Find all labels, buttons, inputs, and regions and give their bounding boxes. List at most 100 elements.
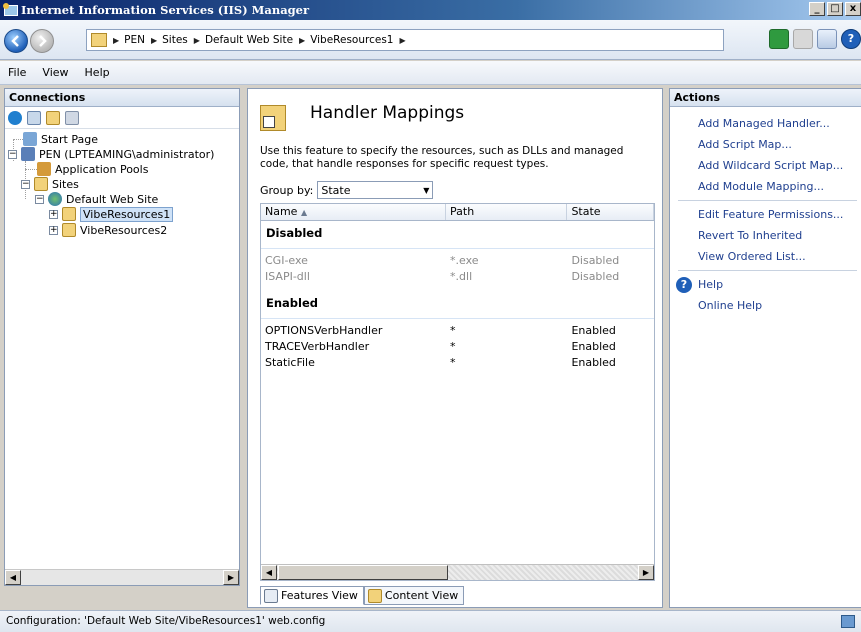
handler-mappings-icon: [260, 105, 286, 131]
collapse-icon[interactable]: −: [8, 149, 17, 159]
tree-application-pools[interactable]: Application Pools: [37, 161, 148, 177]
content-view-icon: [367, 588, 382, 603]
folder-icon: [91, 33, 107, 47]
refresh-icon[interactable]: [769, 29, 789, 49]
tree-start-page[interactable]: Start Page: [23, 131, 98, 147]
tab-content-view[interactable]: Content View: [363, 586, 465, 605]
close-button[interactable]: x: [845, 2, 861, 16]
status-text: Configuration: 'Default Web Site/VibeRes…: [6, 615, 326, 627]
globe-icon: [48, 192, 62, 206]
window-title: Internet Information Services (IIS) Mana…: [21, 3, 310, 17]
collapse-icon[interactable]: −: [21, 179, 30, 189]
list-horizontal-scrollbar[interactable]: ◀ ▶: [261, 564, 654, 580]
tab-features-view[interactable]: Features View: [260, 586, 364, 605]
list-header: Name ▲ Path State: [261, 204, 654, 221]
help-icon: ?: [676, 276, 692, 293]
help-icon[interactable]: ?: [841, 29, 861, 49]
server-icon: [21, 147, 35, 161]
stop-icon[interactable]: [793, 29, 813, 49]
sort-ascending-icon: ▲: [300, 208, 308, 217]
application-folder-icon: [62, 207, 76, 221]
scroll-left-icon[interactable]: ◀: [5, 570, 21, 585]
actions-pane: Actions Add Managed Handler... Add Scrip…: [669, 88, 861, 608]
handler-mappings-list: Name ▲ Path State Disabled CGI-exe *.exe…: [260, 203, 655, 581]
page-title: Handler Mappings: [310, 103, 465, 123]
table-row[interactable]: ISAPI-dll *.dll Disabled: [261, 269, 654, 285]
scrollbar-thumb[interactable]: [278, 565, 448, 580]
breadcrumb-default-web-site[interactable]: Default Web Site: [205, 34, 293, 46]
column-header-state[interactable]: State: [567, 204, 654, 220]
application-pools-icon: [37, 162, 51, 176]
breadcrumb-separator: ▶: [299, 35, 306, 45]
add-module-mapping-link[interactable]: Add Module Mapping...: [670, 176, 861, 197]
view-tabs: Features View Content View: [260, 586, 465, 605]
actions-header: Actions: [670, 89, 861, 107]
connections-header: Connections: [5, 89, 239, 107]
back-arrow-icon: [11, 35, 19, 47]
online-help-link[interactable]: Online Help: [670, 295, 861, 316]
table-row[interactable]: StaticFile * Enabled: [261, 355, 654, 371]
help-link[interactable]: ? Help: [670, 274, 861, 295]
tree-viberesources1[interactable]: + VibeResources1: [49, 206, 174, 222]
connections-pane: Connections Start Page − PEN (LPTEAMING\…: [4, 88, 240, 586]
collapse-icon[interactable]: −: [35, 194, 44, 204]
back-button[interactable]: [4, 29, 28, 53]
navigation-bar: ▶ PEN ▶ Sites ▶ Default Web Site ▶ VibeR…: [0, 20, 861, 60]
group-header-enabled[interactable]: Enabled: [261, 291, 654, 319]
breadcrumb-pen[interactable]: PEN: [124, 34, 145, 46]
breadcrumb-sites[interactable]: Sites: [162, 34, 188, 46]
forward-button[interactable]: [30, 29, 54, 53]
scroll-right-icon[interactable]: ▶: [638, 565, 654, 580]
menu-view[interactable]: View: [42, 66, 68, 79]
column-header-name[interactable]: Name ▲: [261, 204, 447, 220]
maximize-button[interactable]: □: [827, 2, 843, 16]
table-row[interactable]: OPTIONSVerbHandler * Enabled: [261, 323, 654, 339]
table-row[interactable]: TRACEVerbHandler * Enabled: [261, 339, 654, 355]
dropdown-arrow-icon: ▼: [423, 185, 430, 195]
scroll-right-icon[interactable]: ▶: [223, 570, 239, 585]
group-by-select[interactable]: State ▼: [317, 181, 434, 199]
add-managed-handler-link[interactable]: Add Managed Handler...: [670, 113, 861, 134]
view-ordered-list-link[interactable]: View Ordered List...: [670, 246, 861, 267]
title-bar[interactable]: Internet Information Services (IIS) Mana…: [0, 0, 861, 20]
application-folder-icon: [62, 223, 76, 237]
add-wildcard-script-map-link[interactable]: Add Wildcard Script Map...: [670, 155, 861, 176]
add-script-map-link[interactable]: Add Script Map...: [670, 134, 861, 155]
delete-connection-icon[interactable]: [65, 110, 79, 125]
connect-icon[interactable]: [8, 110, 22, 125]
revert-to-inherited-link[interactable]: Revert To Inherited: [670, 225, 861, 246]
sites-folder-icon: [34, 177, 48, 191]
expand-icon[interactable]: +: [49, 209, 58, 219]
tree-server[interactable]: − PEN (LPTEAMING\administrator): [8, 146, 214, 162]
features-view-icon: [264, 588, 278, 603]
divider: [678, 270, 857, 271]
breadcrumb-separator: ▶: [399, 35, 406, 45]
connections-tree: Start Page − PEN (LPTEAMING\administrato…: [5, 129, 239, 569]
expand-icon[interactable]: +: [49, 225, 58, 235]
tree-default-web-site[interactable]: − Default Web Site: [35, 191, 158, 207]
menu-file[interactable]: File: [8, 66, 26, 79]
breadcrumb-separator: ▶: [150, 35, 158, 45]
breadcrumb-viberesources1[interactable]: VibeResources1: [310, 34, 393, 46]
home-icon[interactable]: [817, 29, 837, 49]
forward-arrow-icon: [39, 35, 47, 47]
connections-toolbar: [5, 107, 239, 129]
tree-sites[interactable]: − Sites: [21, 176, 79, 192]
tree-viberesources2[interactable]: + VibeResources2: [49, 222, 167, 238]
handler-mappings-pane: Handler Mappings Use this feature to spe…: [247, 88, 663, 608]
status-bar: Configuration: 'Default Web Site/VibeRes…: [0, 610, 861, 632]
column-header-path[interactable]: Path: [446, 204, 568, 220]
breadcrumb-separator: ▶: [113, 35, 120, 45]
scroll-left-icon[interactable]: ◀: [261, 565, 277, 580]
address-bar[interactable]: ▶ PEN ▶ Sites ▶ Default Web Site ▶ VibeR…: [86, 29, 724, 51]
up-level-icon[interactable]: [46, 110, 60, 125]
connections-horizontal-scrollbar[interactable]: ◀ ▶: [5, 569, 239, 585]
edit-feature-permissions-link[interactable]: Edit Feature Permissions...: [670, 204, 861, 225]
table-row[interactable]: CGI-exe *.exe Disabled: [261, 253, 654, 269]
group-header-disabled[interactable]: Disabled: [261, 221, 654, 249]
menu-bar: File View Help: [0, 61, 861, 85]
save-icon[interactable]: [27, 110, 41, 125]
group-by-control: Group by: State ▼: [260, 181, 434, 199]
minimize-button[interactable]: _: [809, 2, 825, 16]
menu-help[interactable]: Help: [85, 66, 110, 79]
